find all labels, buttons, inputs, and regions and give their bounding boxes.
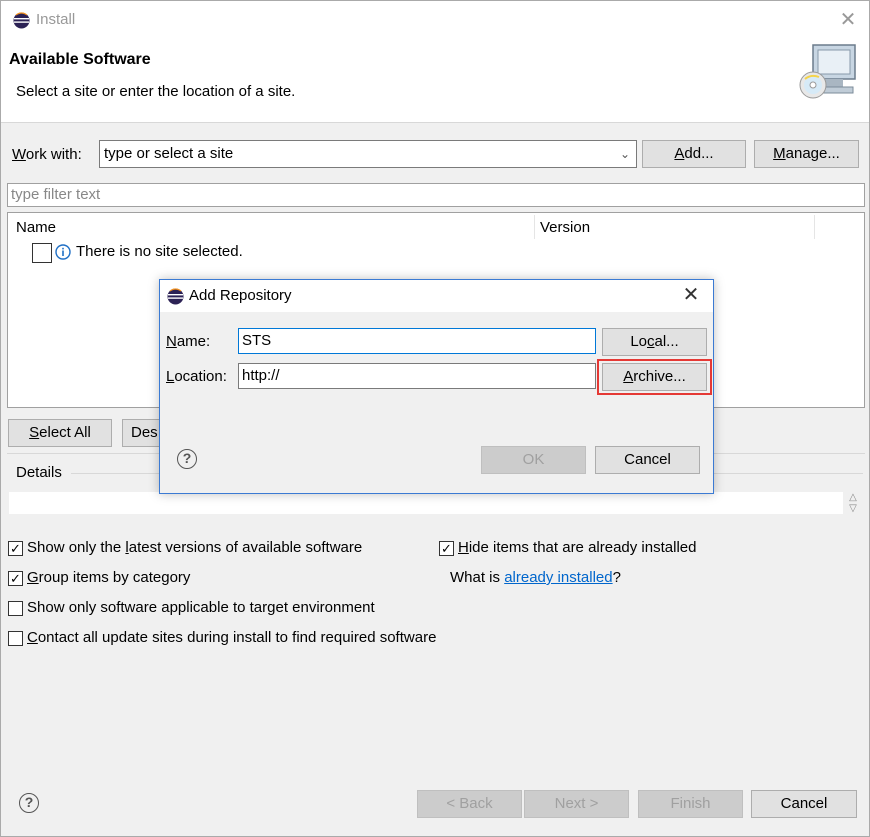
work-with-value: type or select a site xyxy=(104,145,234,162)
info-icon xyxy=(55,244,71,260)
work-with-label: Work with: xyxy=(12,146,82,163)
hide-installed-checkbox[interactable]: ✓ xyxy=(439,541,454,556)
name-label: Name: xyxy=(166,333,211,350)
select-all-button[interactable]: Select All xyxy=(8,419,112,447)
page-title: Available Software xyxy=(9,51,151,68)
column-divider xyxy=(534,215,535,239)
group-by-category-checkbox[interactable]: ✓ xyxy=(8,571,23,586)
work-with-combo[interactable]: type or select a site ⌄ xyxy=(99,140,637,168)
column-header-name[interactable]: Name xyxy=(16,219,56,236)
applicable-only-checkbox[interactable] xyxy=(8,601,23,616)
dialog-title: Add Repository xyxy=(189,287,292,304)
hide-installed-label: Hide items that are already installed xyxy=(458,539,697,556)
tree-row-checkbox[interactable] xyxy=(32,243,52,263)
details-text xyxy=(9,492,843,514)
next-button[interactable]: Next > xyxy=(524,790,629,818)
help-icon[interactable]: ? xyxy=(177,449,197,469)
already-installed-link[interactable]: already installed xyxy=(504,569,612,586)
window-close-button[interactable]: ✕ xyxy=(837,9,859,31)
ok-button[interactable]: OK xyxy=(481,446,586,474)
contact-sites-label: Contact all update sites during install … xyxy=(27,629,437,646)
contact-sites-checkbox[interactable] xyxy=(8,631,23,646)
filter-input[interactable]: type filter text xyxy=(7,183,865,207)
add-site-button[interactable]: Add... xyxy=(642,140,746,168)
page-description: Select a site or enter the location of a… xyxy=(16,83,296,100)
install-window: Install ✕ Available Software Select a si… xyxy=(0,0,870,837)
manage-sites-button[interactable]: Manage... xyxy=(754,140,859,168)
applicable-only-label: Show only software applicable to target … xyxy=(27,599,375,616)
name-input[interactable]: STS xyxy=(238,328,596,354)
eclipse-icon xyxy=(167,288,184,305)
tree-empty-message: There is no site selected. xyxy=(76,243,243,260)
install-software-icon xyxy=(799,44,856,99)
cancel-button[interactable]: Cancel xyxy=(751,790,857,818)
chevron-down-icon[interactable]: ⌄ xyxy=(620,141,630,167)
what-is-installed-text: What is already installed? xyxy=(450,569,621,586)
location-input[interactable]: http:// xyxy=(238,363,596,389)
show-latest-checkbox[interactable]: ✓ xyxy=(8,541,23,556)
help-icon[interactable]: ? xyxy=(19,793,39,813)
window-title: Install xyxy=(36,11,76,28)
group-by-category-label: Group items by category xyxy=(27,569,191,586)
finish-button[interactable]: Finish xyxy=(638,790,743,818)
scroll-arrows-icon[interactable]: △ ▽ xyxy=(844,492,862,516)
local-button[interactable]: Local... xyxy=(602,328,707,356)
column-header-version[interactable]: Version xyxy=(540,219,590,236)
location-label: Location: xyxy=(166,368,227,385)
page-header: Available Software Select a site or ente… xyxy=(1,39,869,123)
dialog-cancel-button[interactable]: Cancel xyxy=(595,446,700,474)
details-label: Details xyxy=(16,464,62,481)
back-button[interactable]: < Back xyxy=(417,790,522,818)
add-repository-dialog: Add Repository ✕ Name: STS Local... Loca… xyxy=(159,279,714,494)
show-latest-label: Show only the latest versions of availab… xyxy=(27,539,363,556)
column-divider xyxy=(814,215,815,239)
dialog-close-button[interactable]: ✕ xyxy=(680,284,702,306)
archive-button-highlight xyxy=(597,359,712,395)
eclipse-icon xyxy=(13,12,30,29)
title-bar: Install ✕ xyxy=(1,1,869,39)
dialog-title-bar: Add Repository ✕ xyxy=(160,280,713,312)
